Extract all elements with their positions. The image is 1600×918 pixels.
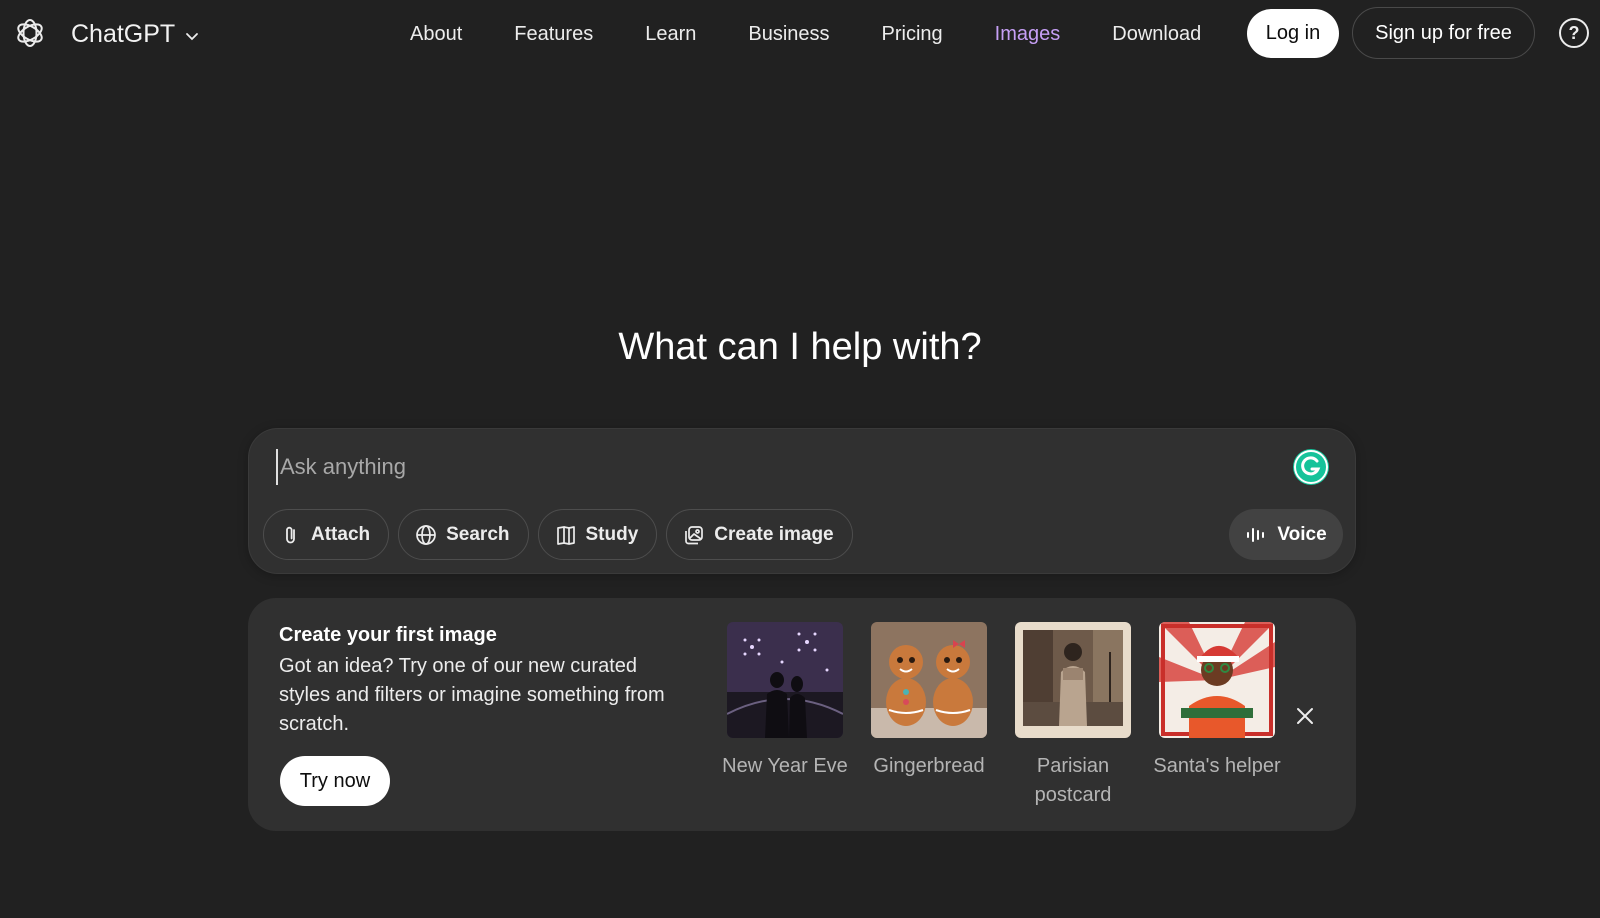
composer-tools: Attach Search Study Create image [263,509,853,560]
nav-features[interactable]: Features [488,14,619,54]
login-button[interactable]: Log in [1247,9,1339,58]
style-thumbnail [1159,622,1275,738]
image-icon [685,525,704,544]
nav-about[interactable]: About [384,14,488,54]
style-gingerbread[interactable]: Gingerbread [860,622,998,810]
signup-button[interactable]: Sign up for free [1352,7,1535,59]
help-icon[interactable]: ? [1559,18,1589,48]
try-now-button[interactable]: Try now [280,756,390,806]
prompt-input[interactable] [276,449,1256,485]
chevron-down-icon [186,32,199,40]
nav-business[interactable]: Business [722,14,855,54]
voice-button[interactable]: Voice [1229,509,1343,560]
model-switcher-button[interactable]: ChatGPT [71,16,201,52]
create-image-button[interactable]: Create image [666,509,853,560]
waveform-icon [1247,527,1265,542]
study-label: Study [585,523,639,545]
nav-images[interactable]: Images [969,14,1087,54]
study-button[interactable]: Study [537,509,658,560]
close-promo-button[interactable] [1291,702,1319,730]
attach-button[interactable]: Attach [263,509,390,560]
promo-title: Create your first image [279,624,497,646]
nav-pricing[interactable]: Pricing [856,14,969,54]
attach-label: Attach [311,523,371,545]
close-icon [1297,708,1313,724]
voice-label: Voice [1277,523,1327,545]
search-button[interactable]: Search [398,509,529,560]
nav-download[interactable]: Download [1086,14,1227,54]
style-label: New Year Eve [722,755,848,777]
style-label: Santa's helper [1153,755,1281,777]
style-santas-helper[interactable]: Santa's helper [1148,622,1286,810]
nav-learn[interactable]: Learn [619,14,722,54]
image-promo-card: Create your first image Got an idea? Try… [248,598,1356,831]
style-label: Parisian postcard [1034,755,1112,806]
style-options: New Year Eve Gingerbread Parisian postca… [716,622,1292,810]
style-parisian-postcard[interactable]: Parisian postcard [1004,622,1142,810]
openai-logo-icon[interactable] [14,17,46,49]
page-title: What can I help with? [618,326,982,368]
search-label: Search [446,523,510,545]
book-icon [556,525,575,545]
create-image-label: Create image [714,523,834,545]
top-bar: ChatGPT About Features Learn Business Pr… [0,0,1600,68]
style-thumbnail [871,622,987,738]
composer: Attach Search Study [248,428,1356,574]
style-label: Gingerbread [873,755,985,777]
style-thumbnail [727,622,843,738]
style-new-year-eve[interactable]: New Year Eve [716,622,854,810]
paperclip-icon [286,526,295,543]
style-thumbnail [1015,622,1131,738]
main-nav: About Features Learn Business Pricing Im… [384,14,1227,54]
globe-icon [416,524,436,545]
promo-description: Got an idea? Try one of our new curated … [279,655,665,735]
grammarly-icon[interactable] [1293,449,1329,485]
brand-name: ChatGPT [71,19,176,48]
